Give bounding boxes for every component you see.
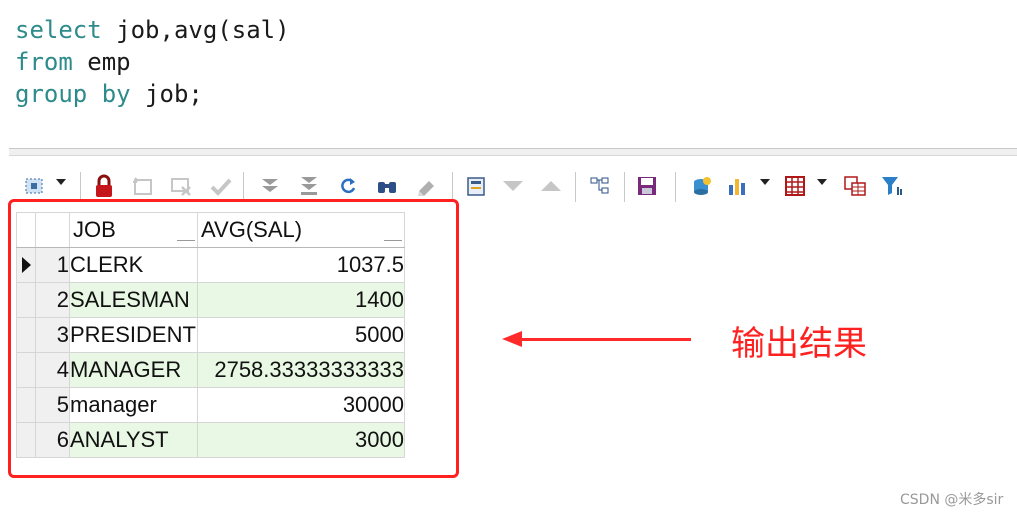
toolbar-separator <box>243 172 244 202</box>
previous-record-icon[interactable] <box>499 166 527 206</box>
keyword-group-by: group by <box>15 80 131 108</box>
chart-dropdown-icon[interactable] <box>760 179 770 185</box>
grid-layout-icon[interactable] <box>781 166 809 206</box>
chart-icon[interactable] <box>724 166 752 206</box>
annotation-label: 输出结果 <box>731 324 867 364</box>
keyword-select: select <box>15 16 102 44</box>
annotation-arrow-line <box>515 338 691 341</box>
editor-splitter[interactable] <box>9 148 1017 156</box>
filter-icon[interactable] <box>878 166 906 206</box>
toolbar-separator <box>624 172 625 202</box>
save-icon[interactable] <box>633 166 661 206</box>
toolbar-separator <box>452 172 453 202</box>
toolbar-separator <box>675 172 676 202</box>
table-compare-icon[interactable] <box>841 166 869 206</box>
code-line-1: job,avg(sal) <box>101 16 290 44</box>
code-line-3: job; <box>130 80 203 108</box>
grid-layout-dropdown-icon[interactable] <box>817 179 827 185</box>
toolbar-separator <box>575 172 576 202</box>
watermark: CSDN @米多sir <box>900 492 1004 508</box>
code-line-2: emp <box>72 48 131 76</box>
next-record-icon[interactable] <box>537 166 565 206</box>
select-rows-dropdown-icon[interactable] <box>56 179 66 185</box>
query-by-example-icon[interactable] <box>586 166 614 206</box>
single-record-view-icon[interactable] <box>462 166 490 206</box>
sql-editor[interactable]: select job,avg(sal) from emp group by jo… <box>0 0 1017 148</box>
export-icon[interactable] <box>688 166 716 206</box>
keyword-from: from <box>15 48 73 76</box>
toolbar-separator <box>80 172 81 202</box>
annotation-highlight-box <box>8 199 459 478</box>
sql-code[interactable]: select job,avg(sal) from emp group by jo… <box>15 14 290 110</box>
